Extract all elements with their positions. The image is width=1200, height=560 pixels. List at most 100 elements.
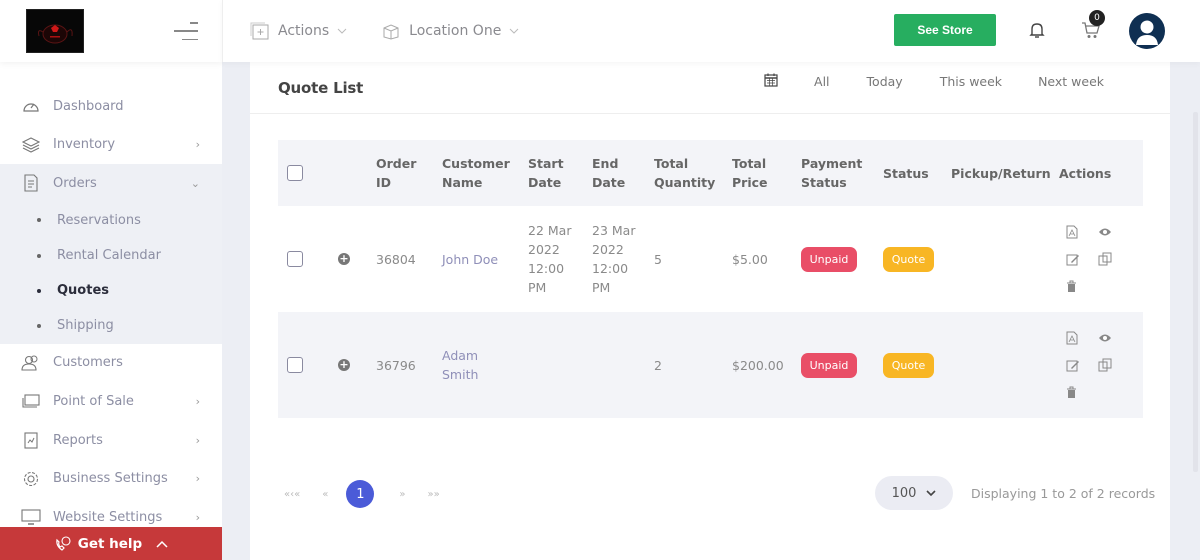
sidebar-item-dashboard[interactable]: Dashboard	[0, 87, 222, 126]
filter-all[interactable]: All	[814, 74, 830, 89]
actions-dropdown[interactable]: Actions	[250, 22, 347, 40]
get-help-button[interactable]: Get help	[0, 527, 222, 560]
first-page-button[interactable]: «‹«	[284, 489, 300, 500]
prev-page-button[interactable]: «	[322, 489, 328, 500]
header-line: End	[592, 156, 619, 171]
date-line: 12:00	[592, 261, 629, 276]
sidebar-subitem-rental-calendar[interactable]: Rental Calendar	[0, 238, 222, 273]
menu-toggle-button[interactable]	[174, 22, 198, 40]
header-total-quantity[interactable]: Total Quantity	[654, 154, 732, 192]
chevron-right-icon: ›	[195, 394, 200, 408]
quotes-table: Order ID Customer Name Start Date End Date T…	[278, 140, 1143, 418]
table-row: + 36796 Adam Smith 2 $200.00 Unpaid Quote	[278, 312, 1143, 418]
calendar-icon[interactable]	[764, 73, 778, 90]
customer-name-line: Smith	[442, 367, 479, 382]
sidebar-gutter	[222, 62, 250, 560]
customer-name-link[interactable]: Adam Smith	[442, 346, 528, 384]
expand-row-icon[interactable]: +	[338, 359, 350, 371]
total-price: $5.00	[732, 251, 768, 267]
sidebar-item-customers[interactable]: Customers	[0, 344, 222, 383]
header-end-date[interactable]: End Date	[592, 154, 654, 192]
pagination: «‹« « 1 » »»	[284, 480, 440, 508]
location-dropdown[interactable]: Location One	[381, 22, 519, 40]
per-page-select[interactable]: 100	[875, 476, 953, 510]
filter-next-week[interactable]: Next week	[1038, 74, 1104, 89]
sidebar-item-point-of-sale[interactable]: Point of Sale ›	[0, 382, 222, 421]
header-total-price[interactable]: Total Price	[732, 154, 801, 192]
row-checkbox[interactable]	[287, 251, 303, 267]
users-icon	[21, 353, 41, 373]
header-line: Total	[654, 156, 689, 171]
sidebar-item-orders[interactable]: Orders ⌄	[0, 164, 222, 203]
header-line: Customer	[442, 156, 510, 171]
eye-icon[interactable]	[1098, 224, 1130, 240]
filter-this-week[interactable]: This week	[940, 74, 1002, 89]
date-filters: All Today This week Next week	[764, 62, 1170, 100]
sidebar-item-inventory[interactable]: Inventory ›	[0, 126, 222, 165]
sidebar-item-reports[interactable]: Reports ›	[0, 421, 222, 460]
sidebar-subitem-shipping[interactable]: Shipping	[0, 308, 222, 343]
sidebar-subitem-label: Shipping	[57, 318, 114, 334]
sidebar-item-label: Point of Sale	[53, 393, 134, 409]
header-payment-status[interactable]: Payment Status	[801, 154, 883, 192]
hamburger-line	[174, 30, 198, 32]
filter-today[interactable]: Today	[867, 74, 903, 89]
user-avatar[interactable]	[1129, 13, 1165, 49]
pdf-icon[interactable]	[1066, 330, 1098, 346]
bullet-icon	[37, 253, 41, 258]
logo[interactable]	[26, 9, 84, 53]
customer-name-line: Adam	[442, 348, 479, 363]
eye-icon[interactable]	[1098, 330, 1130, 346]
page-1-button[interactable]: 1	[346, 480, 375, 508]
sidebar-item-business-settings[interactable]: Business Settings ›	[0, 459, 222, 498]
duplicate-icon[interactable]	[1098, 251, 1130, 267]
next-page-button[interactable]: »	[399, 489, 405, 500]
date-line: PM	[528, 280, 547, 295]
bullet-icon	[37, 288, 41, 293]
trash-icon[interactable]	[1066, 278, 1098, 294]
sidebar-item-label: Customers	[53, 355, 123, 371]
trash-icon[interactable]	[1066, 384, 1098, 400]
edit-icon[interactable]	[1066, 357, 1098, 373]
header-line: ID	[376, 175, 392, 190]
last-page-button[interactable]: »»	[428, 489, 440, 500]
header-customer-name[interactable]: Customer Name	[442, 154, 528, 192]
sidebar-item-label: Orders	[53, 175, 97, 191]
layers-icon	[21, 135, 41, 155]
bell-icon[interactable]	[1029, 21, 1045, 43]
table-header: Order ID Customer Name Start Date End Date T…	[278, 140, 1143, 206]
sidebar-subitem-quotes[interactable]: Quotes	[0, 273, 222, 308]
header-order-id[interactable]: Order ID	[376, 154, 442, 192]
start-date: 22 Mar 2022 12:00 PM	[528, 221, 592, 297]
chevron-down-icon	[337, 26, 347, 37]
hamburger-line	[182, 38, 198, 40]
date-line: 23 Mar	[592, 223, 636, 238]
header-pickup-return[interactable]: Pickup/Return	[951, 164, 1059, 183]
add-box-icon	[250, 22, 269, 40]
row-actions	[1066, 330, 1143, 400]
header-status[interactable]: Status	[883, 164, 951, 183]
orders-group: Orders ⌄ Reservations Rental Calendar Qu…	[0, 164, 222, 344]
pdf-icon[interactable]	[1066, 224, 1098, 240]
user-icon	[1136, 20, 1158, 45]
header-line: Status	[801, 175, 847, 190]
sidebar-subitem-reservations[interactable]: Reservations	[0, 203, 222, 238]
see-store-button[interactable]: See Store	[894, 14, 996, 46]
quote-list-card: Quote List All Today This week Next week…	[250, 62, 1170, 560]
customer-name-line: John Doe	[442, 251, 499, 267]
customer-name-link[interactable]: John Doe	[442, 250, 528, 269]
sidebar-subitem-label: Rental Calendar	[57, 248, 161, 264]
duplicate-icon[interactable]	[1098, 357, 1130, 373]
bullet-icon	[37, 218, 41, 223]
sidebar: Dashboard Inventory › Orders ⌄ Reservati…	[0, 0, 222, 560]
row-checkbox[interactable]	[287, 357, 303, 373]
scrollbar-thumb[interactable]	[1193, 112, 1198, 472]
select-all-checkbox[interactable]	[287, 165, 303, 181]
status-badge: Quote	[883, 352, 934, 378]
gear-icon	[21, 469, 41, 489]
date-line: PM	[592, 280, 611, 295]
header-start-date[interactable]: Start Date	[528, 154, 592, 192]
expand-row-icon[interactable]: +	[338, 253, 350, 265]
date-line: 22 Mar	[528, 223, 572, 238]
edit-icon[interactable]	[1066, 251, 1098, 267]
